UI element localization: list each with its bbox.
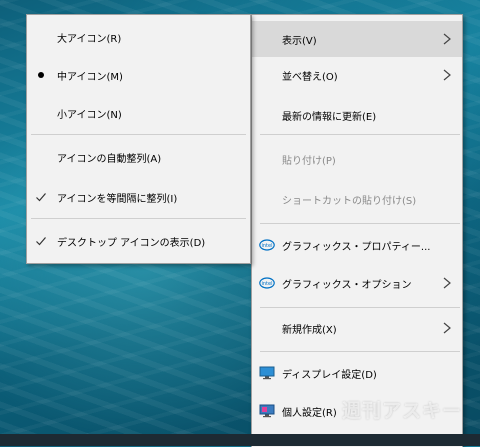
intel-graphics-icon: intel bbox=[259, 277, 275, 289]
menu-separator bbox=[31, 134, 246, 135]
menu-separator bbox=[31, 218, 246, 219]
submenu-item-label: デスクトップ アイコンの表示(D) bbox=[57, 237, 206, 249]
submenu-item-large-icons[interactable]: 大アイコン(R) bbox=[27, 19, 250, 55]
menu-item-label: 貼り付け(P) bbox=[282, 155, 336, 167]
menu-item-label: ショートカットの貼り付け(S) bbox=[282, 195, 417, 207]
chevron-right-icon bbox=[443, 33, 451, 45]
menu-item-display-settings[interactable]: ディスプレイ設定(D) bbox=[252, 355, 462, 391]
personalize-icon bbox=[259, 404, 275, 418]
submenu-item-label: 小アイコン(N) bbox=[57, 109, 122, 121]
menu-separator bbox=[260, 223, 460, 224]
view-submenu: 大アイコン(R) 中アイコン(M) 小アイコン(N) アイコンの自動整列(A) … bbox=[26, 14, 251, 264]
submenu-item-auto-arrange[interactable]: アイコンの自動整列(A) bbox=[27, 139, 250, 175]
bullet-icon bbox=[38, 72, 44, 78]
menu-item-label: 個人設定(R) bbox=[282, 407, 337, 419]
menu-separator bbox=[260, 134, 460, 135]
submenu-item-show-desktop-icons[interactable]: デスクトップ アイコンの表示(D) bbox=[27, 223, 250, 259]
menu-item-paste-shortcut[interactable]: ショートカットの貼り付け(S) bbox=[252, 181, 462, 217]
menu-separator bbox=[260, 307, 460, 308]
taskbar bbox=[0, 434, 480, 446]
checkmark-icon bbox=[36, 237, 46, 246]
menu-item-paste[interactable]: 貼り付け(P) bbox=[252, 141, 462, 177]
desktop-context-menu: 表示(V) 並べ替え(O) 最新の情報に更新(E) 貼り付け(P) ショートカッ… bbox=[251, 14, 463, 447]
intel-graphics-icon: intel bbox=[259, 239, 275, 251]
submenu-item-label: 大アイコン(R) bbox=[57, 33, 122, 45]
submenu-item-label: アイコンを等間隔に整列(I) bbox=[57, 193, 178, 205]
menu-item-label: 並べ替え(O) bbox=[282, 71, 338, 83]
menu-item-label: 最新の情報に更新(E) bbox=[282, 111, 377, 123]
chevron-right-icon bbox=[443, 277, 451, 289]
submenu-item-medium-icons[interactable]: 中アイコン(M) bbox=[27, 57, 250, 93]
menu-item-graphics-options[interactable]: intel グラフィックス・オプション bbox=[252, 265, 462, 301]
display-settings-icon bbox=[259, 366, 275, 380]
menu-item-view[interactable]: 表示(V) bbox=[252, 21, 462, 57]
submenu-item-align-to-grid[interactable]: アイコンを等間隔に整列(I) bbox=[27, 179, 250, 215]
menu-item-label: 表示(V) bbox=[282, 35, 317, 47]
menu-item-label: グラフィックス・オプション bbox=[282, 279, 412, 291]
submenu-item-label: アイコンの自動整列(A) bbox=[57, 153, 162, 165]
svg-text:intel: intel bbox=[262, 243, 273, 249]
menu-item-label: ディスプレイ設定(D) bbox=[282, 369, 377, 381]
submenu-item-label: 中アイコン(M) bbox=[57, 71, 123, 83]
menu-item-refresh[interactable]: 最新の情報に更新(E) bbox=[252, 97, 462, 133]
chevron-right-icon bbox=[443, 322, 451, 334]
chevron-right-icon bbox=[443, 69, 451, 81]
menu-item-graphics-properties[interactable]: intel グラフィックス・プロパティー... bbox=[252, 227, 462, 263]
watermark: 週刊アスキー bbox=[341, 400, 462, 422]
menu-item-new[interactable]: 新規作成(X) bbox=[252, 310, 462, 346]
menu-item-sort[interactable]: 並べ替え(O) bbox=[252, 57, 462, 93]
menu-item-label: 新規作成(X) bbox=[282, 324, 337, 336]
menu-separator bbox=[260, 351, 460, 352]
svg-text:intel: intel bbox=[262, 281, 273, 287]
submenu-item-small-icons[interactable]: 小アイコン(N) bbox=[27, 95, 250, 131]
menu-item-label: グラフィックス・プロパティー... bbox=[282, 241, 431, 253]
checkmark-icon bbox=[36, 193, 46, 202]
